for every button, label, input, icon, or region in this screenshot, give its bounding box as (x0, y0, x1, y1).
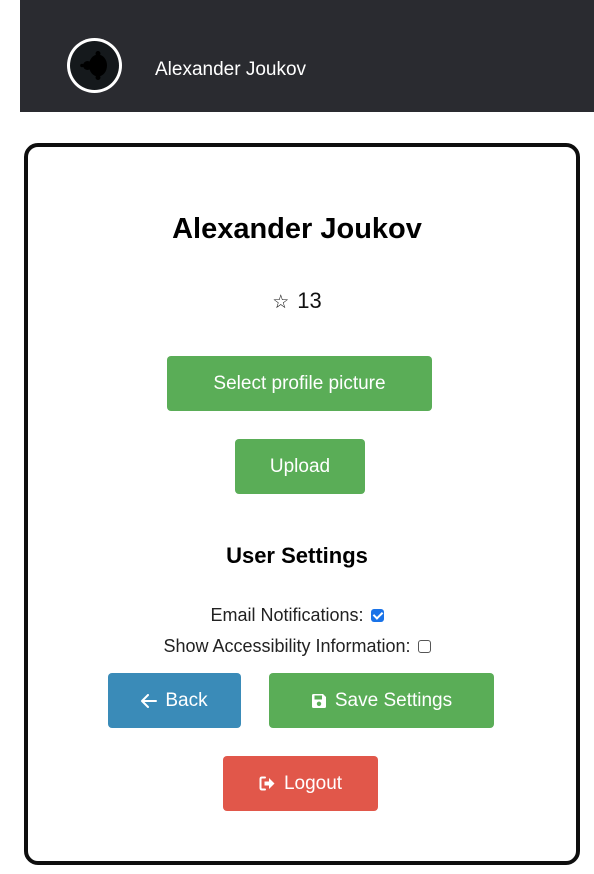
back-label: Back (165, 689, 208, 711)
profile-name: Alexander Joukov (172, 213, 422, 245)
email-notifications-checkbox[interactable] (370, 609, 384, 622)
logout-label: Logout (283, 772, 343, 794)
avatar[interactable] (67, 38, 122, 93)
star-icon: ☆ (272, 292, 290, 313)
show-accessibility-label: Show Accessibility Information: (163, 636, 411, 656)
email-notifications-label: Email Notifications: (210, 605, 364, 625)
rating-value: 13 (297, 288, 322, 313)
show-accessibility-checkbox[interactable] (417, 640, 431, 653)
upload-label: Upload (269, 455, 331, 477)
user-settings-heading: User Settings (226, 543, 368, 568)
top-navbar: Alexander Joukov (20, 0, 594, 112)
navbar-user-name: Alexander Joukov (155, 59, 307, 80)
sign-out-icon (259, 776, 276, 791)
floppy-disk-icon (311, 693, 327, 709)
logout-button[interactable]: Logout (223, 756, 378, 811)
app-frame: Alexander Joukov Alexander Joukov ☆ 13 Se… (0, 0, 594, 874)
save-settings-label: Save Settings (334, 689, 453, 711)
email-notifications-setting: Email Notifications: (0, 604, 594, 626)
rating: ☆ 13 (0, 288, 594, 316)
upload-button[interactable]: Upload (235, 439, 365, 494)
select-profile-picture-button[interactable]: Select profile picture (167, 356, 432, 411)
select-profile-picture-label: Select profile picture (213, 372, 386, 394)
arrow-left-icon (141, 693, 158, 708)
show-accessibility-setting: Show Accessibility Information: (0, 635, 594, 657)
window-edge (0, 0, 20, 874)
save-settings-button[interactable]: Save Settings (269, 673, 494, 728)
back-button[interactable]: Back (108, 673, 241, 728)
avatar-fractal-icon (70, 41, 119, 90)
